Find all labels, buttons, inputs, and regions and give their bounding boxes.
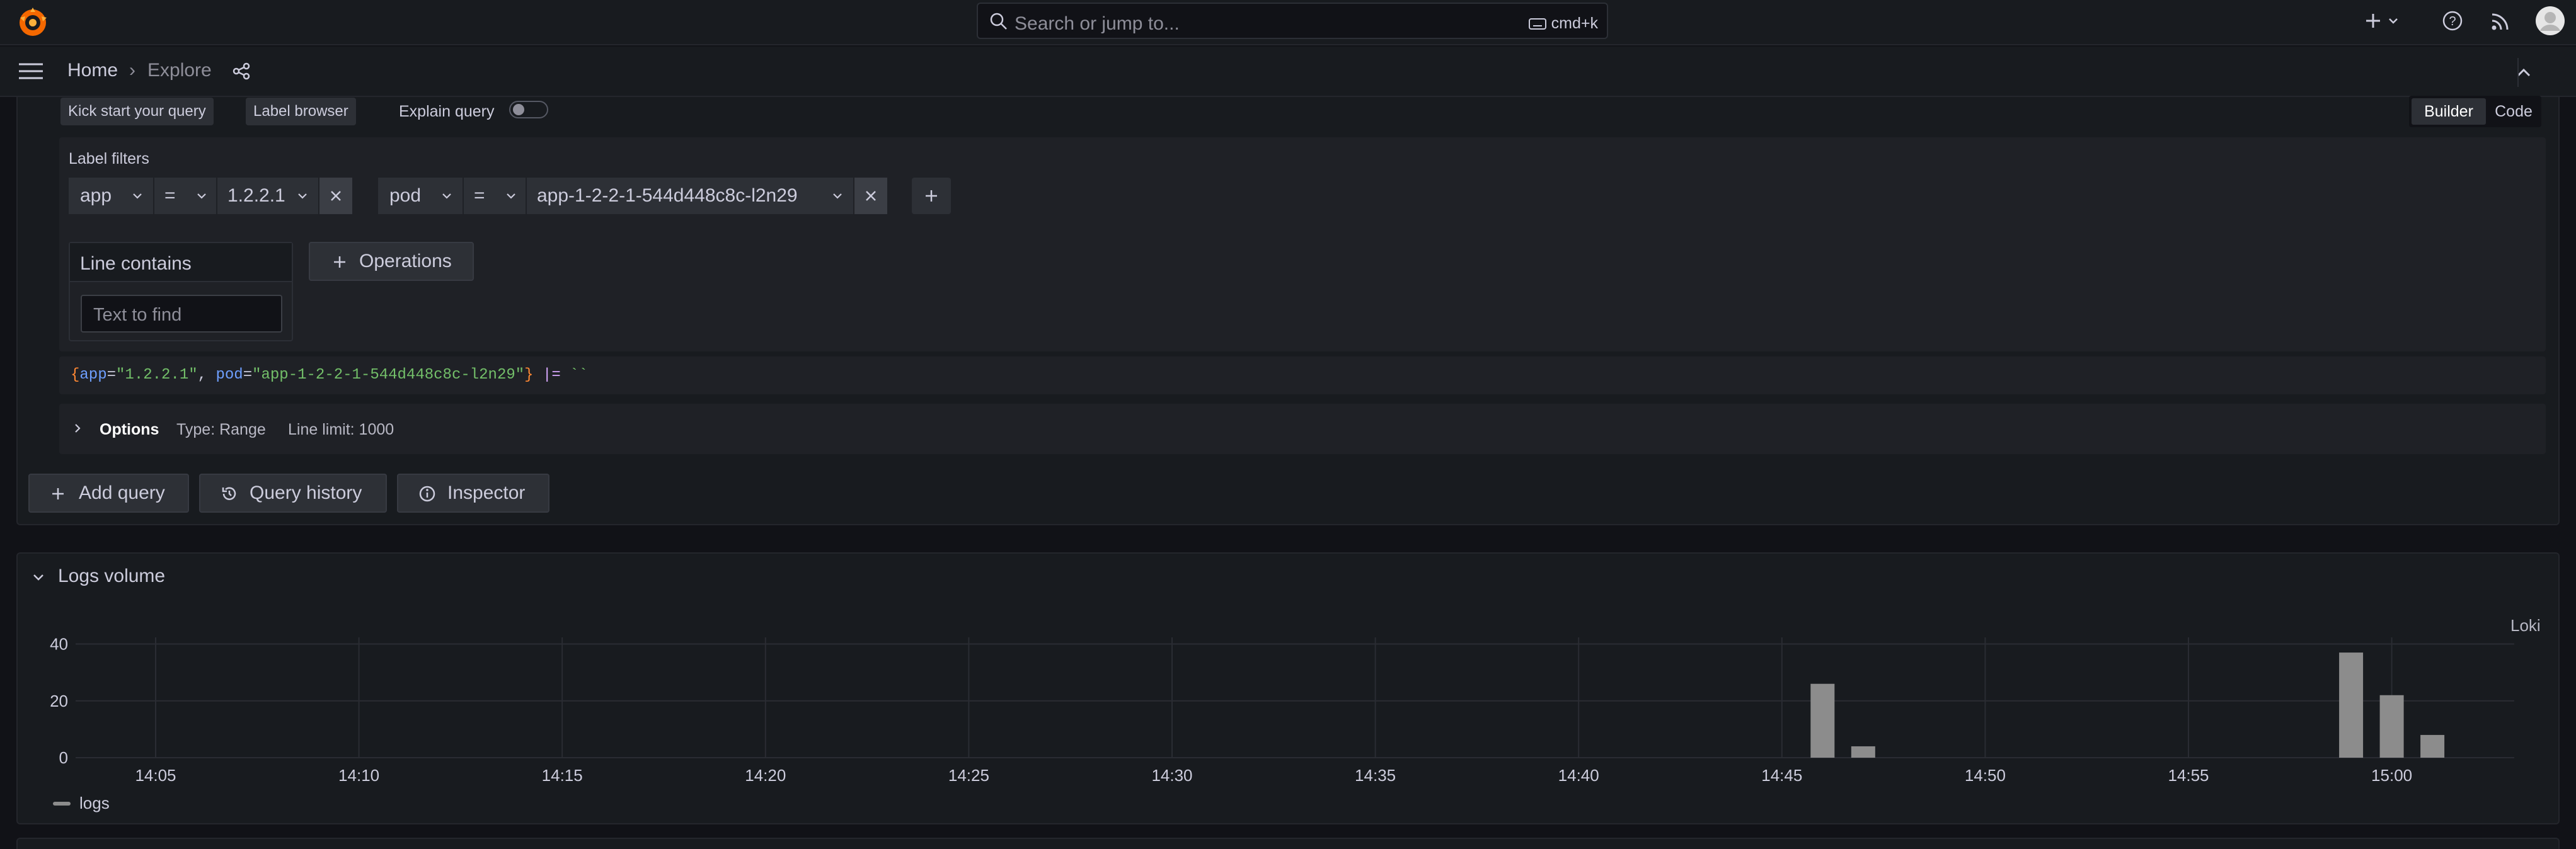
x-tick-label: 14:05 <box>135 766 176 785</box>
x-tick-label: 14:50 <box>1965 766 2006 785</box>
chart-bar[interactable] <box>2379 695 2404 758</box>
y-tick-label: 40 <box>50 635 68 654</box>
x-tick-label: 14:35 <box>1355 766 1396 785</box>
chart-bar[interactable] <box>2339 652 2364 758</box>
x-tick-label: 14:15 <box>542 766 583 785</box>
y-tick-label: 0 <box>59 748 68 767</box>
x-tick-label: 15:00 <box>2371 766 2412 785</box>
chart-grid <box>76 637 2514 758</box>
chart-bars <box>1810 652 2445 758</box>
logs-volume-chart: 0 20 40 14:05 14:10 14:15 14:20 14:25 14:30 14:35… <box>50 635 2514 785</box>
legend-item-logs[interactable]: logs <box>79 794 110 813</box>
y-tick-label: 20 <box>50 692 68 710</box>
x-tick-label: 14:20 <box>745 766 786 785</box>
x-tick-label: 14:55 <box>2168 766 2209 785</box>
chart-bar[interactable] <box>2420 734 2445 758</box>
chart-labels: 0 20 40 14:05 14:10 14:15 14:20 14:25 14:30 14:35… <box>50 635 2412 785</box>
x-tick-label: 14:10 <box>338 766 379 785</box>
chart-bar[interactable] <box>1810 683 1835 758</box>
x-tick-label: 14:45 <box>1761 766 1802 785</box>
x-tick-label: 14:40 <box>1558 766 1599 785</box>
legend-swatch <box>53 802 71 806</box>
chart-bar[interactable] <box>1851 746 1875 758</box>
logs-panel-header <box>16 838 2560 849</box>
x-tick-label: 14:30 <box>1151 766 1192 785</box>
x-tick-label: 14:25 <box>948 766 989 785</box>
